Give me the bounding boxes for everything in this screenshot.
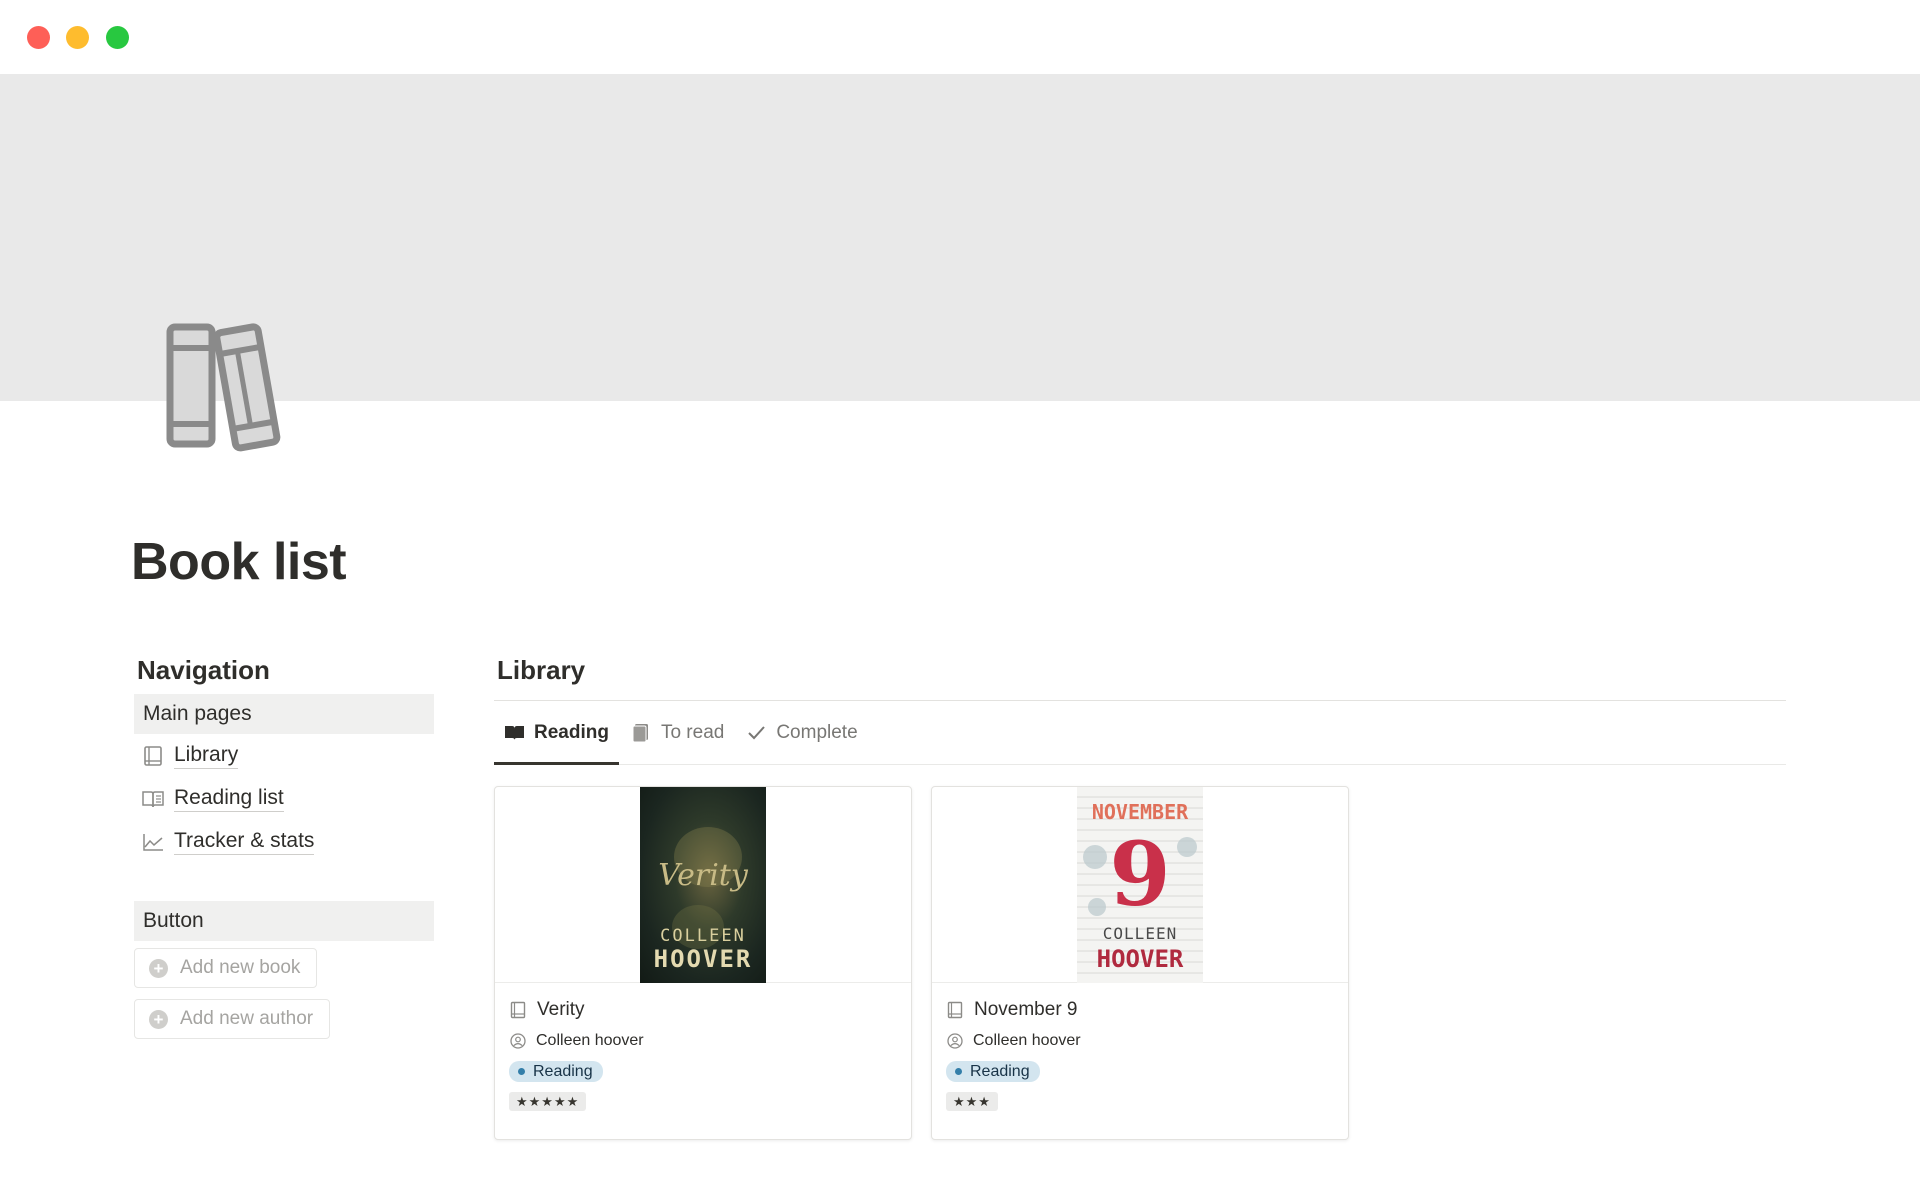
cover-author-last-text: HOOVER: [654, 945, 753, 973]
book-card[interactable]: Verity COLLEEN HOOVER Verity Colleen hoo…: [494, 786, 912, 1140]
cover-author-first-text: COLLEEN: [1103, 924, 1177, 943]
add-new-author-label: Add new author: [180, 1008, 314, 1029]
book-cover-image: NOVEMBER 9 COLLEEN HOOVER: [1077, 787, 1203, 983]
minimize-window-button[interactable]: [66, 26, 89, 49]
books-icon: [632, 724, 648, 743]
nav-link-reading-list[interactable]: Reading list: [134, 777, 434, 820]
nav-link-label: Library: [174, 743, 239, 769]
navigation-heading: Navigation: [137, 655, 270, 685]
plus-icon: +: [149, 1009, 168, 1029]
status-badge: Reading: [509, 1061, 603, 1082]
book-author: Colleen hoover: [973, 1032, 1081, 1049]
nav-link-library[interactable]: Library: [134, 734, 434, 777]
person-circle-icon: [510, 1033, 526, 1049]
book-icon: [510, 1001, 526, 1019]
rating-badge: ★★★: [946, 1092, 998, 1111]
library-heading: Library: [494, 652, 1786, 701]
status-badge: Reading: [946, 1061, 1040, 1082]
maximize-window-button[interactable]: [106, 26, 129, 49]
checkmark-icon: [748, 726, 766, 740]
status-label: Reading: [970, 1062, 1030, 1080]
chart-line-icon: [143, 833, 163, 851]
cover-author-last-text: HOOVER: [1097, 945, 1184, 973]
page-title[interactable]: Book list: [131, 532, 347, 592]
rating-badge: ★★★★★: [509, 1092, 587, 1111]
status-dot: [518, 1068, 525, 1075]
book-icon: [144, 745, 162, 766]
open-book-icon: [505, 726, 524, 740]
gallery-view: Verity COLLEEN HOOVER Verity Colleen hoo…: [494, 786, 1786, 1140]
cover-author-first-text: COLLEEN: [660, 926, 746, 946]
navigation-column: Navigation Main pages Library Reading li…: [134, 652, 434, 1050]
library-view-tabs: Reading To read Complete: [494, 701, 1786, 765]
close-window-button[interactable]: [27, 26, 50, 49]
cover-number-text: 9: [1109, 822, 1170, 926]
book-card[interactable]: NOVEMBER 9 COLLEEN HOOVER November 9 Col…: [931, 786, 1349, 1140]
book-author: Colleen hoover: [536, 1032, 644, 1049]
status-dot: [955, 1068, 962, 1075]
tab-reading[interactable]: Reading: [494, 701, 619, 765]
books-icon[interactable]: [164, 318, 296, 452]
tab-label: To read: [660, 721, 725, 743]
plus-icon: +: [149, 958, 168, 978]
cover-title-text: Verity: [658, 858, 749, 893]
add-new-author-button[interactable]: + Add new author: [134, 999, 331, 1039]
nav-link-tracker-stats[interactable]: Tracker & stats: [134, 820, 434, 863]
window-titlebar: [0, 0, 1920, 74]
person-circle-icon: [947, 1033, 963, 1049]
add-new-book-label: Add new book: [180, 957, 301, 978]
book-title: November 9: [974, 999, 1078, 1020]
card-cover: NOVEMBER 9 COLLEEN HOOVER: [932, 787, 1348, 983]
open-book-icon: [142, 790, 164, 807]
cover-title-text: NOVEMBER: [1092, 800, 1189, 824]
nav-link-label: Reading list: [174, 786, 284, 812]
library-section: Library Reading To read Complete Verity …: [494, 652, 1786, 1140]
tab-label: Complete: [776, 721, 858, 743]
main-pages-callout: Main pages: [134, 694, 434, 734]
card-cover: Verity COLLEEN HOOVER: [495, 787, 911, 983]
add-new-book-button[interactable]: + Add new book: [134, 948, 318, 988]
tab-label: Reading: [534, 721, 609, 743]
button-callout: Button: [134, 901, 434, 941]
tab-to-read[interactable]: To read: [621, 701, 734, 764]
book-title: Verity: [537, 999, 585, 1020]
tab-complete[interactable]: Complete: [736, 701, 867, 764]
book-cover-image: Verity COLLEEN HOOVER: [640, 787, 766, 983]
book-icon: [947, 1001, 963, 1019]
nav-link-label: Tracker & stats: [174, 829, 315, 855]
status-label: Reading: [533, 1062, 593, 1080]
